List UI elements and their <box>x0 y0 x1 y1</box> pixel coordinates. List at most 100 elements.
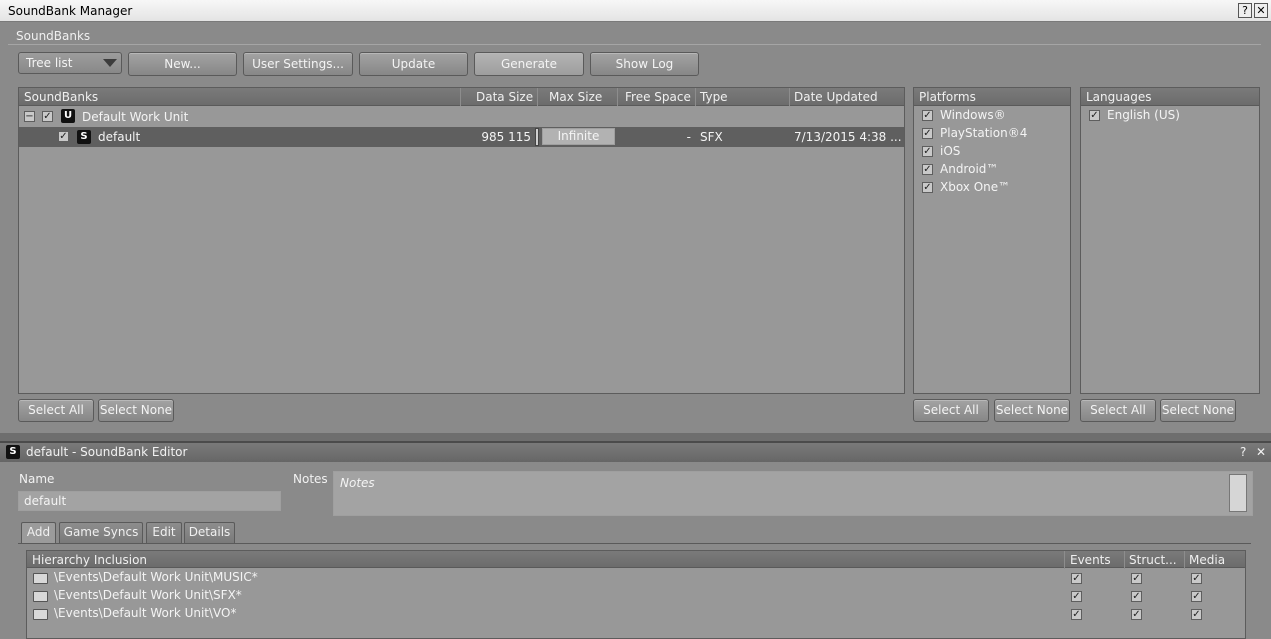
structures-checkbox[interactable]: ✓ <box>1131 573 1142 584</box>
select-all-platforms-button[interactable]: Select All <box>913 399 989 422</box>
editor-title: default - SoundBank Editor <box>26 445 188 459</box>
splitter[interactable] <box>0 433 1271 441</box>
col-free-space[interactable]: Free Space <box>625 90 691 104</box>
work-unit-name: Default Work Unit <box>82 110 189 124</box>
soundbanks-section-label: SoundBanks <box>16 29 91 43</box>
soundbank-table: SoundBanks Data Size Max Size Free Space… <box>18 87 905 394</box>
generate-button[interactable]: Generate <box>474 52 584 76</box>
col-events[interactable]: Events <box>1070 553 1111 567</box>
platform-item[interactable]: ✓ Xbox One™ <box>914 180 1070 198</box>
name-label: Name <box>19 472 55 486</box>
select-all-soundbanks-button[interactable]: Select All <box>18 399 94 422</box>
hierarchy-header: Hierarchy Inclusion Events Struct... Med… <box>27 551 1245 569</box>
chevron-down-icon <box>103 59 117 67</box>
col-hierarchy-inclusion[interactable]: Hierarchy Inclusion <box>32 553 147 567</box>
table-header: SoundBanks Data Size Max Size Free Space… <box>19 88 904 106</box>
media-checkbox[interactable]: ✓ <box>1191 591 1202 602</box>
platforms-header-label: Platforms <box>919 90 976 104</box>
select-all-languages-button[interactable]: Select All <box>1080 399 1156 422</box>
language-item[interactable]: ✓ English (US) <box>1081 108 1259 126</box>
platform-checkbox[interactable]: ✓ <box>922 146 933 157</box>
show-log-button[interactable]: Show Log <box>590 52 699 76</box>
notes-scrollbar[interactable] <box>1229 474 1247 512</box>
select-none-languages-button[interactable]: Select None <box>1160 399 1236 422</box>
col-media[interactable]: Media <box>1189 553 1225 567</box>
select-none-soundbanks-button[interactable]: Select None <box>98 399 174 422</box>
notes-field[interactable]: Notes <box>333 471 1253 516</box>
folder-icon <box>33 591 48 602</box>
work-unit-row[interactable]: − ✓ U Default Work Unit <box>19 107 904 127</box>
window-titlebar: SoundBank Manager ? ✕ <box>0 0 1271 22</box>
events-checkbox[interactable]: ✓ <box>1071 573 1082 584</box>
media-checkbox[interactable]: ✓ <box>1191 573 1202 584</box>
platform-label: iOS <box>940 144 961 158</box>
media-checkbox[interactable]: ✓ <box>1191 609 1202 620</box>
editor-close-button[interactable]: ✕ <box>1256 445 1266 459</box>
platform-checkbox[interactable]: ✓ <box>922 182 933 193</box>
language-checkbox[interactable]: ✓ <box>1089 110 1100 121</box>
view-mode-dropdown[interactable]: Tree list <box>18 52 122 74</box>
select-none-platforms-button[interactable]: Select None <box>994 399 1070 422</box>
soundbank-icon: S <box>6 445 20 459</box>
tab-add[interactable]: Add <box>21 522 56 543</box>
new-button[interactable]: New... <box>128 52 237 76</box>
hierarchy-path: \Events\Default Work Unit\MUSIC* <box>54 570 258 584</box>
max-size-field[interactable]: Infinite <box>542 128 615 145</box>
user-settings-button[interactable]: User Settings... <box>243 52 353 76</box>
table-row[interactable]: \Events\Default Work Unit\VO* ✓ ✓ ✓ <box>27 606 1245 624</box>
tab-underline <box>18 543 1251 544</box>
languages-panel: Languages ✓ English (US) <box>1080 87 1260 394</box>
table-row[interactable]: ✓ S default 985 115 Infinite - SFX 7/13/… <box>19 127 904 147</box>
platform-checkbox[interactable]: ✓ <box>922 128 933 139</box>
events-checkbox[interactable]: ✓ <box>1071 591 1082 602</box>
size-gauge <box>535 128 539 146</box>
update-button[interactable]: Update <box>359 52 468 76</box>
table-row[interactable]: \Events\Default Work Unit\SFX* ✓ ✓ ✓ <box>27 588 1245 606</box>
tab-game-syncs[interactable]: Game Syncs <box>59 522 143 543</box>
platform-checkbox[interactable]: ✓ <box>922 110 933 121</box>
free-space-cell: - <box>686 130 691 144</box>
col-max-size[interactable]: Max Size <box>549 90 602 104</box>
section-divider <box>8 44 1261 45</box>
soundbank-icon: S <box>77 130 91 144</box>
expander-icon[interactable]: − <box>24 111 35 122</box>
work-unit-icon: U <box>61 109 75 123</box>
folder-icon <box>33 609 48 620</box>
tab-edit[interactable]: Edit <box>146 522 182 543</box>
work-unit-checkbox[interactable]: ✓ <box>42 111 53 122</box>
notes-label: Notes <box>293 472 328 486</box>
col-date-updated[interactable]: Date Updated <box>794 90 878 104</box>
soundbank-checkbox[interactable]: ✓ <box>58 131 69 142</box>
platform-item[interactable]: ✓ Android™ <box>914 162 1070 180</box>
language-label: English (US) <box>1107 108 1180 122</box>
languages-header-label: Languages <box>1086 90 1152 104</box>
platform-item[interactable]: ✓ iOS <box>914 144 1070 162</box>
data-size-cell: 985 115 <box>481 130 531 144</box>
platforms-panel: Platforms ✓ Windows® ✓ PlayStation®4 ✓ i… <box>913 87 1071 394</box>
platform-item[interactable]: ✓ Windows® <box>914 108 1070 126</box>
events-checkbox[interactable]: ✓ <box>1071 609 1082 620</box>
platform-checkbox[interactable]: ✓ <box>922 164 933 175</box>
view-mode-value: Tree list <box>26 56 73 70</box>
folder-icon <box>33 573 48 584</box>
tab-details[interactable]: Details <box>184 522 235 543</box>
date-updated-cell: 7/13/2015 4:38 ... <box>794 130 902 144</box>
help-button[interactable]: ? <box>1238 3 1252 18</box>
col-type[interactable]: Type <box>700 90 728 104</box>
soundbank-name: default <box>98 130 141 144</box>
col-structures[interactable]: Struct... <box>1129 553 1177 567</box>
table-row[interactable]: \Events\Default Work Unit\MUSIC* ✓ ✓ ✓ <box>27 570 1245 588</box>
type-cell: SFX <box>700 130 723 144</box>
structures-checkbox[interactable]: ✓ <box>1131 609 1142 620</box>
close-button[interactable]: ✕ <box>1254 3 1268 18</box>
col-soundbanks[interactable]: SoundBanks <box>24 90 98 104</box>
hierarchy-path: \Events\Default Work Unit\SFX* <box>54 588 242 602</box>
col-data-size[interactable]: Data Size <box>476 90 533 104</box>
hierarchy-table: Hierarchy Inclusion Events Struct... Med… <box>26 550 1246 639</box>
name-field[interactable]: default <box>18 491 281 511</box>
platforms-header: Platforms <box>914 88 1070 106</box>
structures-checkbox[interactable]: ✓ <box>1131 591 1142 602</box>
platform-item[interactable]: ✓ PlayStation®4 <box>914 126 1070 144</box>
editor-help-button[interactable]: ? <box>1240 445 1246 459</box>
languages-header: Languages <box>1081 88 1259 106</box>
